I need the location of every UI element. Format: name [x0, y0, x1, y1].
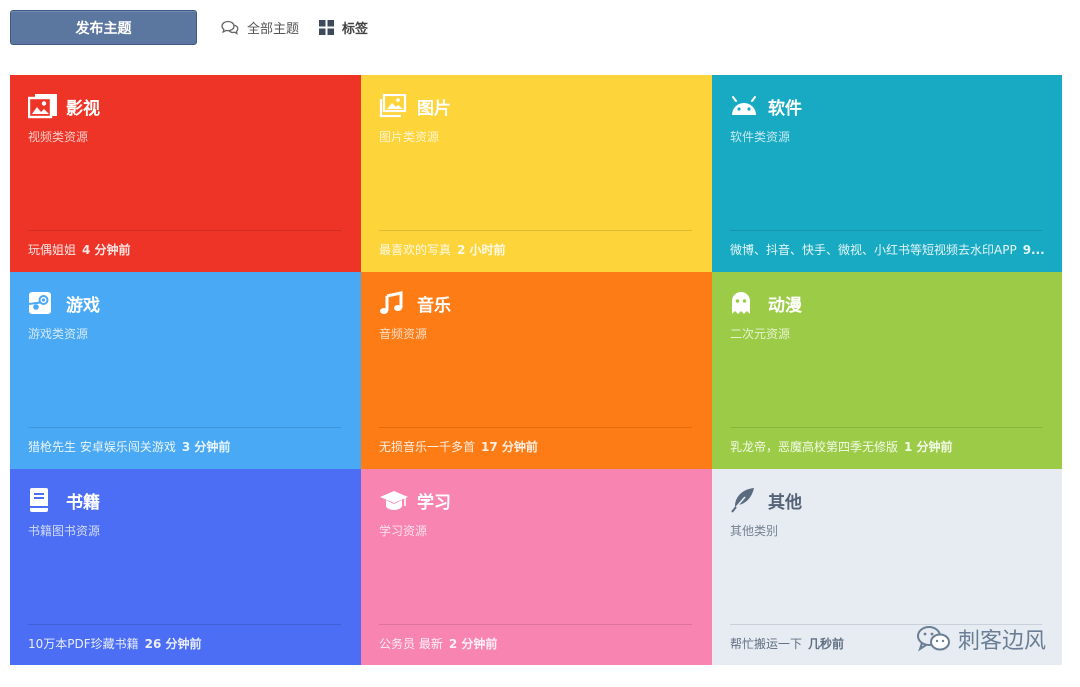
graduation-cap-icon	[379, 487, 409, 513]
tile-title: 学习	[417, 492, 451, 513]
tile-description: 其他类别	[730, 524, 779, 538]
photo-icon	[379, 93, 409, 119]
divider	[379, 427, 692, 428]
category-tile-software[interactable]: 软件 软件类资源 微博、抖音、快手、微视、小红书等短视频去水印APP 9...	[712, 75, 1062, 272]
tile-header: 音乐	[379, 290, 451, 316]
tile-title: 图片	[417, 98, 451, 119]
ghost-icon	[730, 290, 760, 316]
tile-description: 二次元资源	[730, 327, 791, 341]
tile-header: 影视	[28, 93, 100, 119]
tile-header: 软件	[730, 93, 802, 119]
latest-topic-time: 4 分钟前	[82, 243, 131, 257]
tile-description: 书籍图书资源	[28, 524, 101, 538]
divider	[379, 624, 692, 625]
category-grid: 影视 视频类资源 玩偶姐姐 4 分钟前 图片 图片类资源 最喜欢的写真 2 小时前	[10, 75, 1062, 665]
tile-title: 音乐	[417, 295, 451, 316]
latest-topic[interactable]: 无损音乐一千多首 17 分钟前	[379, 438, 694, 455]
category-tile-games[interactable]: 游戏 游戏类资源 猎枪先生 安卓娱乐闯关游戏 3 分钟前	[10, 272, 361, 469]
tile-header: 其他	[730, 487, 802, 513]
wechat-icon	[916, 626, 950, 652]
latest-topic-title[interactable]: 玩偶姐姐	[28, 243, 76, 257]
category-tile-pictures[interactable]: 图片 图片类资源 最喜欢的写真 2 小时前	[361, 75, 712, 272]
toolbar: 发布主题 全部主题 标签	[10, 10, 368, 45]
latest-topic-title[interactable]: 猎枪先生 安卓娱乐闯关游戏	[28, 440, 176, 454]
latest-topic-title[interactable]: 帮忙搬运一下	[730, 637, 802, 651]
image-icon	[28, 93, 58, 119]
watermark: 刺客边风	[916, 623, 1046, 655]
divider	[730, 230, 1042, 231]
tile-header: 书籍	[28, 487, 100, 513]
divider	[379, 230, 692, 231]
latest-topic[interactable]: 微博、抖音、快手、微视、小红书等短视频去水印APP 9...	[730, 241, 1044, 258]
post-topic-button[interactable]: 发布主题	[10, 10, 197, 45]
watermark-text: 刺客边风	[957, 629, 1046, 654]
tile-title: 书籍	[66, 492, 100, 513]
tile-title: 动漫	[768, 295, 802, 316]
latest-topic-title[interactable]: 无损音乐一千多首	[379, 440, 475, 454]
latest-topic-title[interactable]: 10万本PDF珍藏书籍	[28, 637, 139, 651]
latest-topic-title[interactable]: 微博、抖音、快手、微视、小红书等短视频去水印APP	[730, 243, 1017, 257]
category-tile-movies[interactable]: 影视 视频类资源 玩偶姐姐 4 分钟前	[10, 75, 361, 272]
grid-icon	[319, 20, 335, 35]
feather-icon	[730, 487, 760, 513]
latest-topic-time: 2 小时前	[457, 243, 506, 257]
tile-description: 游戏类资源	[28, 327, 89, 341]
latest-topic-title[interactable]: 乳龙帝，恶魔高校第四季无修版	[730, 440, 898, 454]
latest-topic-time: 26 分钟前	[144, 637, 202, 651]
latest-topic-time: 3 分钟前	[181, 440, 231, 454]
all-topics-link[interactable]: 全部主题	[221, 18, 299, 37]
tile-description: 视频类资源	[28, 130, 89, 144]
tile-header: 动漫	[730, 290, 802, 316]
divider	[28, 230, 341, 231]
tile-description: 学习资源	[379, 524, 428, 538]
latest-topic-time: 1 分钟前	[904, 440, 953, 454]
tile-title: 游戏	[66, 295, 100, 316]
android-icon	[730, 93, 760, 119]
music-icon	[379, 290, 409, 316]
latest-topic-title[interactable]: 公务员 最新	[379, 637, 443, 651]
latest-topic[interactable]: 最喜欢的写真 2 小时前	[379, 241, 694, 258]
tile-description: 软件类资源	[730, 130, 791, 144]
latest-topic-time: 2 分钟前	[448, 637, 498, 651]
tags-label: 标签	[342, 22, 369, 37]
tile-description: 音频资源	[379, 327, 428, 341]
divider	[28, 624, 341, 625]
latest-topic[interactable]: 公务员 最新 2 分钟前	[379, 635, 694, 652]
latest-topic-time: 几秒前	[808, 637, 845, 651]
category-tile-music[interactable]: 音乐 音频资源 无损音乐一千多首 17 分钟前	[361, 272, 712, 469]
all-topics-label: 全部主题	[247, 22, 300, 37]
divider	[730, 427, 1042, 428]
tile-title: 软件	[768, 98, 802, 119]
chat-bubbles-icon	[221, 20, 239, 35]
tile-header: 游戏	[28, 290, 100, 316]
tile-header: 学习	[379, 487, 451, 513]
category-tile-books[interactable]: 书籍 书籍图书资源 10万本PDF珍藏书籍 26 分钟前	[10, 469, 361, 665]
latest-topic-title[interactable]: 最喜欢的写真	[379, 243, 451, 257]
latest-topic[interactable]: 乳龙帝，恶魔高校第四季无修版 1 分钟前	[730, 438, 1044, 455]
divider	[28, 427, 341, 428]
latest-topic[interactable]: 玩偶姐姐 4 分钟前	[28, 241, 343, 258]
steam-icon	[28, 290, 58, 316]
tile-header: 图片	[379, 93, 451, 119]
tile-description: 图片类资源	[379, 130, 440, 144]
book-icon	[28, 487, 58, 513]
category-tile-study[interactable]: 学习 学习资源 公务员 最新 2 分钟前	[361, 469, 712, 665]
latest-topic[interactable]: 猎枪先生 安卓娱乐闯关游戏 3 分钟前	[28, 438, 343, 455]
category-tile-anime[interactable]: 动漫 二次元资源 乳龙帝，恶魔高校第四季无修版 1 分钟前	[712, 272, 1062, 469]
latest-topic-time: 9...	[1022, 243, 1044, 257]
latest-topic[interactable]: 10万本PDF珍藏书籍 26 分钟前	[28, 635, 343, 652]
tile-title: 影视	[66, 98, 100, 119]
latest-topic-time: 17 分钟前	[481, 440, 538, 454]
tile-title: 其他	[768, 492, 802, 513]
tags-link[interactable]: 标签	[319, 18, 368, 37]
